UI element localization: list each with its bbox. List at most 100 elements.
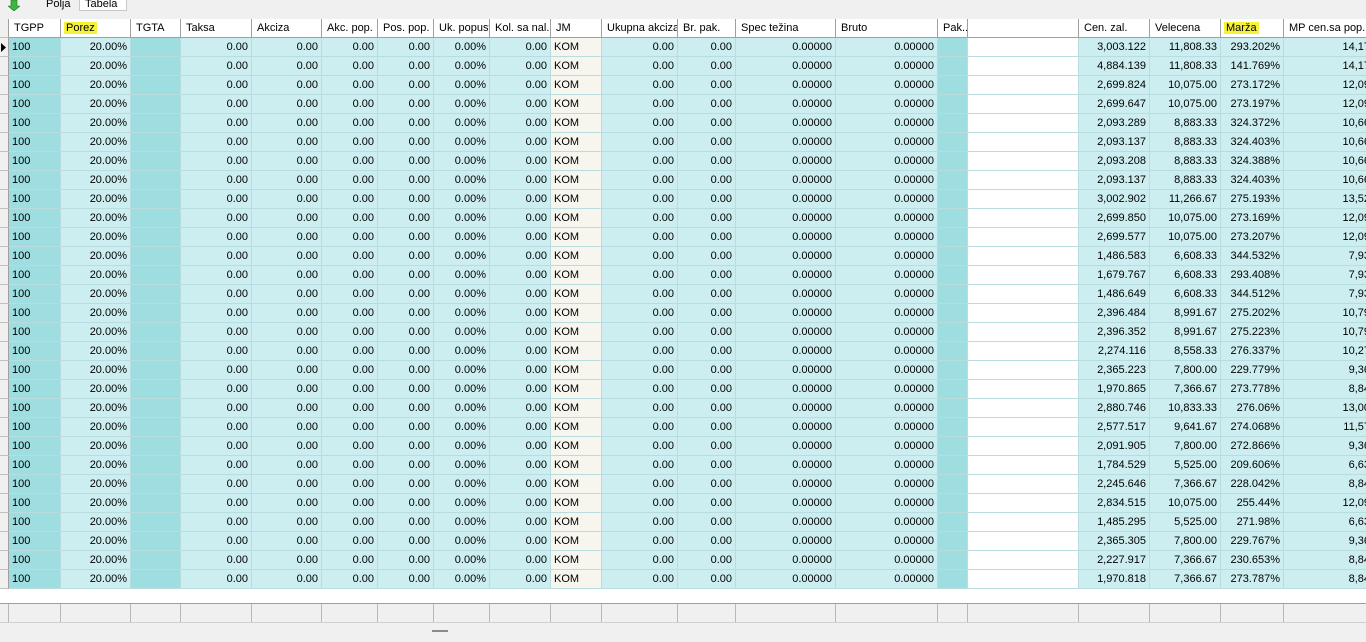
cell-ukupna-akciza[interactable]: 0.00 [602,285,678,304]
cell-ukupna-akciza[interactable]: 0.00 [602,342,678,361]
cell-spec-tezina[interactable]: 0.00000 [736,570,836,589]
cell-porez[interactable]: 20.00% [61,475,131,494]
cell-cen-zal[interactable]: 1,485.295 [1079,513,1150,532]
cell-akciza[interactable]: 0.00 [252,380,322,399]
cell-ukupna-akciza[interactable]: 0.00 [602,380,678,399]
cell-akciza[interactable]: 0.00 [252,133,322,152]
cell-mp-cen[interactable]: 8,84 [1284,380,1366,399]
cell-akc-pop[interactable]: 0.00 [322,76,378,95]
cell-uk-popust[interactable]: 0.00% [434,399,490,418]
cell-cen-zal[interactable]: 3,002.902 [1079,190,1150,209]
cell-br-pak[interactable]: 0.00 [678,456,736,475]
cell-akciza[interactable]: 0.00 [252,513,322,532]
cell-pak[interactable] [938,532,968,551]
cell-marza[interactable]: 344.512% [1221,285,1284,304]
cell-taksa[interactable]: 0.00 [181,494,252,513]
cell-tgpp[interactable]: 100 [9,570,61,589]
cell-marza[interactable]: 276.06% [1221,399,1284,418]
cell-velecena[interactable]: 7,800.00 [1150,532,1221,551]
cell-cen-zal[interactable]: 1,970.865 [1079,380,1150,399]
cell-marza[interactable]: 229.779% [1221,361,1284,380]
cell-blank[interactable] [968,209,1079,228]
cell-ukupna-akciza[interactable]: 0.00 [602,114,678,133]
cell-porez[interactable]: 20.00% [61,551,131,570]
cell-cen-zal[interactable]: 1,486.649 [1079,285,1150,304]
cell-cen-zal[interactable]: 2,880.746 [1079,399,1150,418]
cell-uk-popust[interactable]: 0.00% [434,437,490,456]
cell-marza[interactable]: 273.787% [1221,570,1284,589]
cell-kol-sa-nal[interactable]: 0.00 [490,247,551,266]
cell-mp-cen[interactable]: 13,00 [1284,399,1366,418]
column-header-cen-zal[interactable]: Cen. zal. [1079,19,1150,38]
cell-pak[interactable] [938,342,968,361]
cell-porez[interactable]: 20.00% [61,152,131,171]
cell-marza[interactable]: 255.44% [1221,494,1284,513]
cell-porez[interactable]: 20.00% [61,38,131,57]
cell-bruto[interactable]: 0.00000 [836,114,938,133]
cell-bruto[interactable]: 0.00000 [836,57,938,76]
cell-porez[interactable]: 20.00% [61,133,131,152]
cell-cen-zal[interactable]: 2,577.517 [1079,418,1150,437]
cell-jm[interactable]: KOM [551,399,602,418]
cell-mp-cen[interactable]: 10,66 [1284,152,1366,171]
cell-br-pak[interactable]: 0.00 [678,399,736,418]
cell-spec-tezina[interactable]: 0.00000 [736,437,836,456]
cell-jm[interactable]: KOM [551,114,602,133]
cell-velecena[interactable]: 7,800.00 [1150,437,1221,456]
cell-ukupna-akciza[interactable]: 0.00 [602,95,678,114]
cell-tgpp[interactable]: 100 [9,152,61,171]
cell-uk-popust[interactable]: 0.00% [434,342,490,361]
cell-bruto[interactable]: 0.00000 [836,285,938,304]
cell-pak[interactable] [938,285,968,304]
row-indicator[interactable] [0,456,9,475]
cell-uk-popust[interactable]: 0.00% [434,209,490,228]
cell-mp-cen[interactable]: 9,36 [1284,532,1366,551]
cell-br-pak[interactable]: 0.00 [678,285,736,304]
cell-pak[interactable] [938,247,968,266]
cell-bruto[interactable]: 0.00000 [836,551,938,570]
cell-porez[interactable]: 20.00% [61,190,131,209]
cell-pos-pop[interactable]: 0.00 [378,76,434,95]
cell-tgpp[interactable]: 100 [9,342,61,361]
cell-blank[interactable] [968,285,1079,304]
cell-tgpp[interactable]: 100 [9,95,61,114]
cell-ukupna-akciza[interactable]: 0.00 [602,38,678,57]
cell-blank[interactable] [968,418,1079,437]
cell-velecena[interactable]: 6,608.33 [1150,285,1221,304]
cell-akciza[interactable]: 0.00 [252,190,322,209]
cell-mp-cen[interactable]: 10,79 [1284,323,1366,342]
cell-bruto[interactable]: 0.00000 [836,95,938,114]
row-indicator[interactable] [0,532,9,551]
column-header-jm[interactable]: JM [551,19,602,38]
cell-blank[interactable] [968,342,1079,361]
cell-bruto[interactable]: 0.00000 [836,399,938,418]
cell-cen-zal[interactable]: 2,093.137 [1079,171,1150,190]
cell-marza[interactable]: 275.193% [1221,190,1284,209]
cell-taksa[interactable]: 0.00 [181,190,252,209]
cell-akc-pop[interactable]: 0.00 [322,437,378,456]
cell-akc-pop[interactable]: 0.00 [322,456,378,475]
cell-tgta[interactable] [131,171,181,190]
cell-taksa[interactable]: 0.00 [181,76,252,95]
cell-tgta[interactable] [131,133,181,152]
cell-cen-zal[interactable]: 2,093.289 [1079,114,1150,133]
cell-tgta[interactable] [131,342,181,361]
cell-ukupna-akciza[interactable]: 0.00 [602,361,678,380]
cell-br-pak[interactable]: 0.00 [678,437,736,456]
cell-uk-popust[interactable]: 0.00% [434,228,490,247]
cell-porez[interactable]: 20.00% [61,247,131,266]
cell-marza[interactable]: 273.169% [1221,209,1284,228]
cell-akc-pop[interactable]: 0.00 [322,399,378,418]
cell-bruto[interactable]: 0.00000 [836,380,938,399]
cell-pak[interactable] [938,437,968,456]
cell-blank[interactable] [968,551,1079,570]
cell-akc-pop[interactable]: 0.00 [322,247,378,266]
cell-jm[interactable]: KOM [551,247,602,266]
row-indicator[interactable] [0,209,9,228]
cell-tgpp[interactable]: 100 [9,190,61,209]
cell-blank[interactable] [968,380,1079,399]
cell-kol-sa-nal[interactable]: 0.00 [490,399,551,418]
cell-br-pak[interactable]: 0.00 [678,190,736,209]
cell-spec-tezina[interactable]: 0.00000 [736,418,836,437]
row-indicator[interactable] [0,171,9,190]
